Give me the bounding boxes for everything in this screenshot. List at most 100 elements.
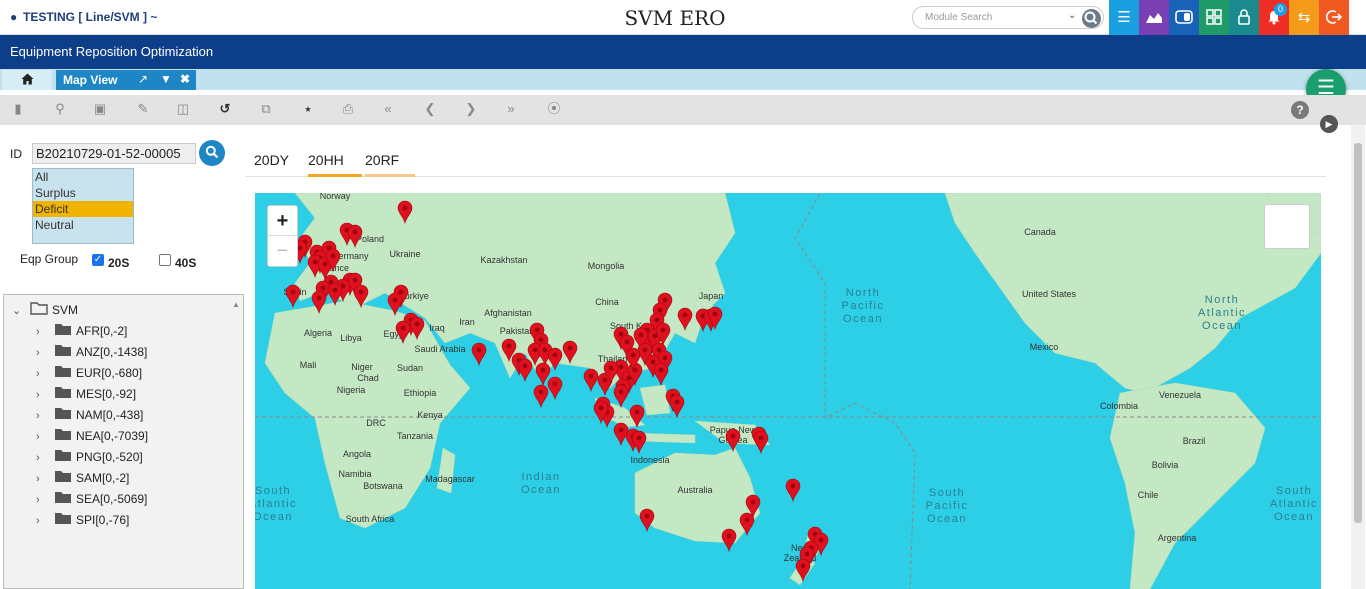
next-page-icon[interactable]: ❯ [463,101,479,117]
chevron-right-icon[interactable]: › [36,448,48,468]
map-marker[interactable] [725,428,741,453]
tree-node[interactable]: › SPI[0,-76] [36,510,129,530]
chevron-right-icon[interactable]: › [36,427,48,447]
chevron-right-icon[interactable]: › [36,406,48,426]
map-marker[interactable] [533,384,549,409]
menu-lines-icon[interactable]: ☰ [1109,0,1139,35]
map-marker[interactable] [721,528,737,553]
chevron-down-icon[interactable]: ⌄ [12,301,24,321]
map-marker-dot [750,499,756,505]
chevron-right-icon[interactable]: › [36,511,48,531]
chevron-right-icon[interactable]: › [36,490,48,510]
map-marker[interactable] [639,508,655,533]
previous-page-icon[interactable]: ❮ [422,101,438,117]
tree-node[interactable]: › EUR[0,-680] [36,363,142,383]
map-marker[interactable] [631,430,647,455]
world-map[interactable]: Norway Poland Ukraine Kazakhstan Mongolia Chi… [255,193,1321,589]
search-icon[interactable] [1082,9,1101,28]
play-icon[interactable]: ▶ [1320,115,1338,133]
save-icon[interactable]: ▣ [92,101,108,117]
id-input[interactable]: B20210729-01-52-00005 [32,143,196,164]
grid-icon[interactable] [1199,0,1229,35]
chevron-right-icon[interactable]: › [36,469,48,489]
vertical-scrollbar[interactable] [1351,125,1365,589]
tree-root-svm[interactable]: ⌄ SVM [12,300,78,320]
refresh-icon[interactable]: ↺ [217,101,233,117]
last-page-icon[interactable]: » [503,101,519,117]
copy-icon[interactable]: ⧉ [258,101,274,117]
status-listbox[interactable]: All Surplus Deficit Neutral [32,168,134,244]
chevron-down-icon[interactable]: ⌄ [1068,10,1076,21]
map-marker-dot [322,261,328,267]
chevron-right-icon[interactable]: › [36,343,48,363]
new-document-icon[interactable]: ▮ [10,101,26,117]
tree-node[interactable]: › NEA[0,-7039] [36,426,148,446]
scrollbar-thumb[interactable] [1354,143,1362,523]
map-marker[interactable] [653,362,669,387]
tab-map-view[interactable]: Map View ↗ ▼ ✖ [56,70,196,90]
eqp-40s-checkbox[interactable] [159,254,171,266]
module-search[interactable]: Module Search ⌄ [912,6,1104,29]
close-icon[interactable]: ✖ [180,72,190,86]
lock-icon[interactable] [1229,0,1259,35]
pin-icon[interactable]: ▼ [160,72,172,86]
map-country-label: Chad [357,373,379,383]
map-marker-dot [660,327,666,333]
search-tool-icon[interactable]: ⚲ [52,101,68,117]
status-option-neutral[interactable]: Neutral [33,217,133,233]
user-menu[interactable]: ● TESTING [ Line/SVM ] ~ [10,10,157,24]
toggle-switch-icon[interactable] [1169,0,1199,35]
map-marker-dot [652,333,658,339]
map-marker[interactable] [517,358,533,383]
tree-node[interactable]: › ANZ[0,-1438] [36,342,147,362]
map-marker-dot [522,363,528,369]
chevron-right-icon[interactable]: › [36,322,48,342]
map-marker[interactable] [583,368,599,393]
status-option-surplus[interactable]: Surplus [33,185,133,201]
map-marker[interactable] [535,362,551,387]
external-link-icon[interactable]: ↗ [138,72,148,86]
user-label: TESTING [ Line/SVM ] ~ [23,10,158,24]
tab-20rf[interactable]: 20RF [365,152,415,177]
tree-node-label: ANZ[0,-1438] [76,345,148,359]
lifebuoy-icon[interactable]: ⦿ [546,101,562,117]
help-icon[interactable]: ? [1291,101,1309,119]
tree-node[interactable]: › AFR[0,-2] [36,321,127,341]
eqp-20s-checkbox[interactable]: ✓ [92,254,104,266]
area-chart-icon[interactable] [1139,0,1169,35]
map-marker[interactable] [285,284,301,309]
tree-node[interactable]: › NAM[0,-438] [36,405,143,425]
map-marker[interactable] [669,394,685,419]
logout-icon[interactable] [1319,0,1349,35]
tab-20hh[interactable]: 20HH [308,152,362,177]
tree-node[interactable]: › MES[0,-92] [36,384,136,404]
tree-node[interactable]: › SEA[0,-5069] [36,489,147,509]
map-marker-dot [316,295,322,301]
home-tab[interactable] [2,70,52,90]
print-icon[interactable]: ⎙ [340,101,356,117]
notification-bell-icon[interactable]: 0 [1259,0,1289,35]
map-marker[interactable] [613,384,629,409]
tree-scroll-up-icon[interactable]: ▲ [232,300,240,309]
status-option-deficit[interactable]: Deficit [33,201,133,217]
chevron-right-icon[interactable]: › [36,364,48,384]
map-marker[interactable] [613,422,629,447]
edit-icon[interactable]: ✎ [135,101,151,117]
map-marker[interactable] [471,342,487,367]
swap-arrows-icon[interactable]: ⇆ [1289,0,1319,35]
first-page-icon[interactable]: « [380,101,396,117]
status-option-all[interactable]: All [33,169,133,185]
map-marker[interactable] [785,478,801,503]
chevron-right-icon[interactable]: › [36,385,48,405]
id-search-button[interactable] [199,140,225,166]
map-layer-control[interactable] [1264,204,1310,249]
zoom-in-button[interactable]: + [268,206,297,236]
delete-icon[interactable]: ◫ [175,101,191,117]
upload-icon[interactable]: ⭑ [300,101,316,117]
map-marker[interactable] [547,376,563,401]
tab-20dy[interactable]: 20DY [254,152,304,174]
tree-node[interactable]: › PNG[0,-520] [36,447,143,467]
tree-node[interactable]: › SAM[0,-2] [36,468,129,488]
map-marker[interactable] [753,430,769,455]
zoom-out-button[interactable]: − [268,236,297,266]
